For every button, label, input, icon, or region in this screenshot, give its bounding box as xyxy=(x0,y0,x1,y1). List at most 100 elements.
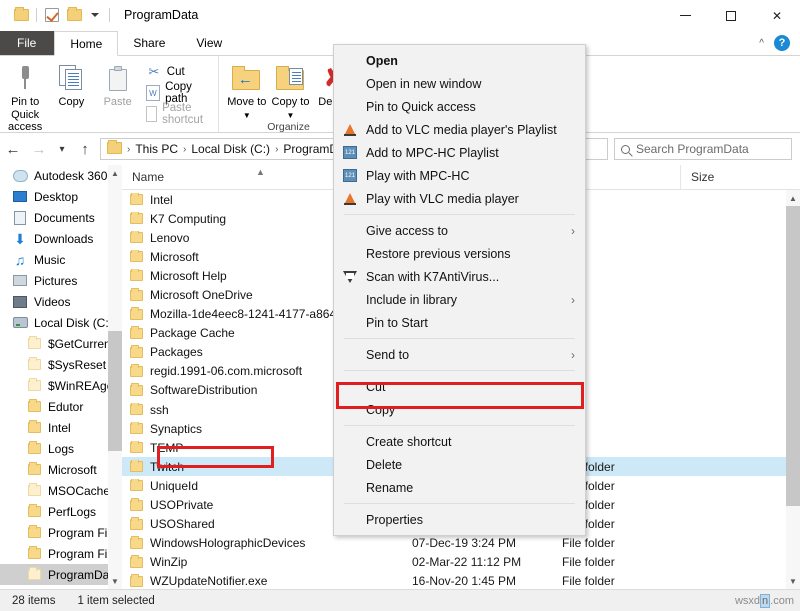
menu-item-restore-previous-versions[interactable]: Restore previous versions xyxy=(334,242,585,265)
sidebar-item-desktop[interactable]: Desktop xyxy=(0,186,122,207)
sidebar-item-msocache[interactable]: MSOCache xyxy=(0,480,122,501)
up-button[interactable]: ↑ xyxy=(72,134,98,164)
sidebar-item-edutor[interactable]: Edutor xyxy=(0,396,122,417)
menu-item-pin-to-start[interactable]: Pin to Start xyxy=(334,311,585,334)
sidebar-item-local-disk-c[interactable]: Local Disk (C:) xyxy=(0,312,122,333)
paste-shortcut-button[interactable]: Paste shortcut xyxy=(142,105,215,123)
sidebar-item-label: Desktop xyxy=(34,190,78,204)
minimize-icon xyxy=(680,15,691,16)
filelist-scroll-thumb[interactable] xyxy=(786,206,800,506)
forward-button[interactable]: → xyxy=(26,134,52,164)
menu-item-play-with-vlc-media-player[interactable]: Play with VLC media player xyxy=(334,187,585,210)
explorer-folder-icon[interactable] xyxy=(10,5,32,25)
sidebar-item-downloads[interactable]: ⬇Downloads xyxy=(0,228,122,249)
recent-locations-chevron-down-icon[interactable]: ▾ xyxy=(52,134,72,164)
menu-item-rename[interactable]: Rename xyxy=(334,476,585,499)
menu-separator xyxy=(344,338,575,339)
folder-icon xyxy=(26,441,42,457)
file-name: WinZip xyxy=(150,555,187,569)
sidebar-item-program-files[interactable]: Program Files xyxy=(0,522,122,543)
cut-button[interactable]: ✂ Cut xyxy=(142,63,215,81)
status-bar: 28 items 1 item selected wsxdn.com xyxy=(0,589,800,611)
tab-share[interactable]: Share xyxy=(118,31,181,55)
pin-to-quick-access-button[interactable]: Pin to Quick access xyxy=(3,60,47,134)
menu-item-play-with-mpc-hc[interactable]: Play with MPC-HC xyxy=(334,164,585,187)
column-header-size[interactable]: Size xyxy=(680,165,750,190)
table-row[interactable]: WindowsHolographicDevices07-Dec-19 3:24 … xyxy=(122,534,800,553)
cell-date-modified: 02-Mar-22 11:12 PM xyxy=(412,555,562,569)
sidebar-item-documents[interactable]: Documents xyxy=(0,207,122,228)
filelist-scroll-track[interactable] xyxy=(786,206,800,573)
tab-view[interactable]: View xyxy=(181,31,238,55)
table-row[interactable]: WZUpdateNotifier.exe16-Nov-20 1:45 PMFil… xyxy=(122,572,800,589)
table-row[interactable]: WinZip02-Mar-22 11:12 PMFile folder xyxy=(122,553,800,572)
menu-item-create-shortcut[interactable]: Create shortcut xyxy=(334,430,585,453)
sidebar-item-pictures[interactable]: Pictures xyxy=(0,270,122,291)
sidebar-item-videos[interactable]: Videos xyxy=(0,291,122,312)
breadcrumb-this-pc[interactable]: This PC xyxy=(135,142,178,156)
sidebar-item-logs[interactable]: Logs xyxy=(0,438,122,459)
navpane-scrollbar[interactable]: ▲ ▼ xyxy=(108,165,122,589)
sidebar-item-sysreset[interactable]: $SysReset xyxy=(0,354,122,375)
sidebar-item-label: Music xyxy=(34,253,65,267)
navpane-scroll-down-icon[interactable]: ▼ xyxy=(108,573,122,589)
sidebar-item-autodesk-360[interactable]: Autodesk 360 xyxy=(0,165,122,186)
help-icon[interactable]: ? xyxy=(774,35,790,51)
search-box[interactable]: Search ProgramData xyxy=(614,138,792,160)
vlc-icon xyxy=(334,124,366,136)
maximize-button[interactable] xyxy=(708,0,754,31)
paste-button[interactable]: Paste xyxy=(96,60,140,109)
sidebar-item-label: Autodesk 360 xyxy=(34,169,107,183)
menu-item-add-to-vlc-media-player-s-playlist[interactable]: Add to VLC media player's Playlist xyxy=(334,118,585,141)
menu-item-include-in-library[interactable]: Include in library› xyxy=(334,288,585,311)
collapse-ribbon-chevron-up-icon[interactable]: ^ xyxy=(759,38,764,49)
sidebar-item-intel[interactable]: Intel xyxy=(0,417,122,438)
close-button[interactable]: ✕ xyxy=(754,0,800,31)
sidebar-item-getcurrent[interactable]: $GetCurrent xyxy=(0,333,122,354)
sidebar-item-perflogs[interactable]: PerfLogs xyxy=(0,501,122,522)
customize-qat-chevron-down-icon[interactable] xyxy=(85,13,105,17)
filelist-scrollbar[interactable]: ▲ ▼ xyxy=(786,190,800,589)
menu-item-send-to[interactable]: Send to› xyxy=(334,343,585,366)
tab-file[interactable]: File xyxy=(0,31,54,55)
copy-button[interactable]: Copy xyxy=(49,60,93,109)
folder-icon xyxy=(130,347,143,358)
menu-item-pin-to-quick-access[interactable]: Pin to Quick access xyxy=(334,95,585,118)
minimize-button[interactable] xyxy=(662,0,708,31)
menu-item-give-access-to[interactable]: Give access to› xyxy=(334,219,585,242)
navpane-scroll-track[interactable] xyxy=(108,181,122,573)
sidebar-item-program-files[interactable]: Program Files ( xyxy=(0,543,122,564)
new-folder-icon[interactable] xyxy=(63,5,85,25)
address-folder-icon xyxy=(107,142,122,157)
menu-item-cut[interactable]: Cut xyxy=(334,375,585,398)
properties-checkbox-icon[interactable] xyxy=(41,5,63,25)
move-to-button[interactable]: ← Move to ▼ xyxy=(226,60,268,121)
sidebar-item-microsoft[interactable]: Microsoft xyxy=(0,459,122,480)
sidebar-item-music[interactable]: ♫ Music xyxy=(0,249,122,270)
tab-home[interactable]: Home xyxy=(54,31,118,56)
menu-item-open-in-new-window[interactable]: Open in new window xyxy=(334,72,585,95)
breadcrumb-local-disk[interactable]: Local Disk (C:) xyxy=(191,142,270,156)
menu-item-copy[interactable]: Copy xyxy=(334,398,585,421)
filelist-scroll-up-icon[interactable]: ▲ xyxy=(786,190,800,206)
menu-item-delete[interactable]: Delete xyxy=(334,453,585,476)
back-button[interactable]: ← xyxy=(0,134,26,164)
sidebar-item-programdata[interactable]: ProgramData xyxy=(0,564,122,585)
copy-path-button[interactable]: W Copy path xyxy=(142,84,215,102)
menu-item-open[interactable]: Open xyxy=(334,49,585,72)
menu-item-scan-with-k7antivirus[interactable]: Scan with K7AntiVirus... xyxy=(334,265,585,288)
search-placeholder: Search ProgramData xyxy=(636,142,749,156)
scissors-icon: ✂ xyxy=(146,64,162,80)
filelist-scroll-down-icon[interactable]: ▼ xyxy=(786,573,800,589)
sidebar-item-winreagent[interactable]: $WinREAgent xyxy=(0,375,122,396)
menu-item-add-to-mpc-hc-playlist[interactable]: Add to MPC-HC Playlist xyxy=(334,141,585,164)
menu-item-properties[interactable]: Properties xyxy=(334,508,585,531)
cell-date-modified: 16-Nov-20 1:45 PM xyxy=(412,574,562,588)
menu-item-label: Play with VLC media player xyxy=(366,192,585,206)
music-icon: ♫ xyxy=(12,252,28,268)
copy-to-button[interactable]: Copy to ▼ xyxy=(270,60,312,121)
copy-label: Copy xyxy=(59,96,85,109)
column-header-type[interactable]: Type xyxy=(570,165,680,190)
navpane-scroll-up-icon[interactable]: ▲ xyxy=(108,165,122,181)
navpane-scroll-thumb[interactable] xyxy=(108,331,122,451)
